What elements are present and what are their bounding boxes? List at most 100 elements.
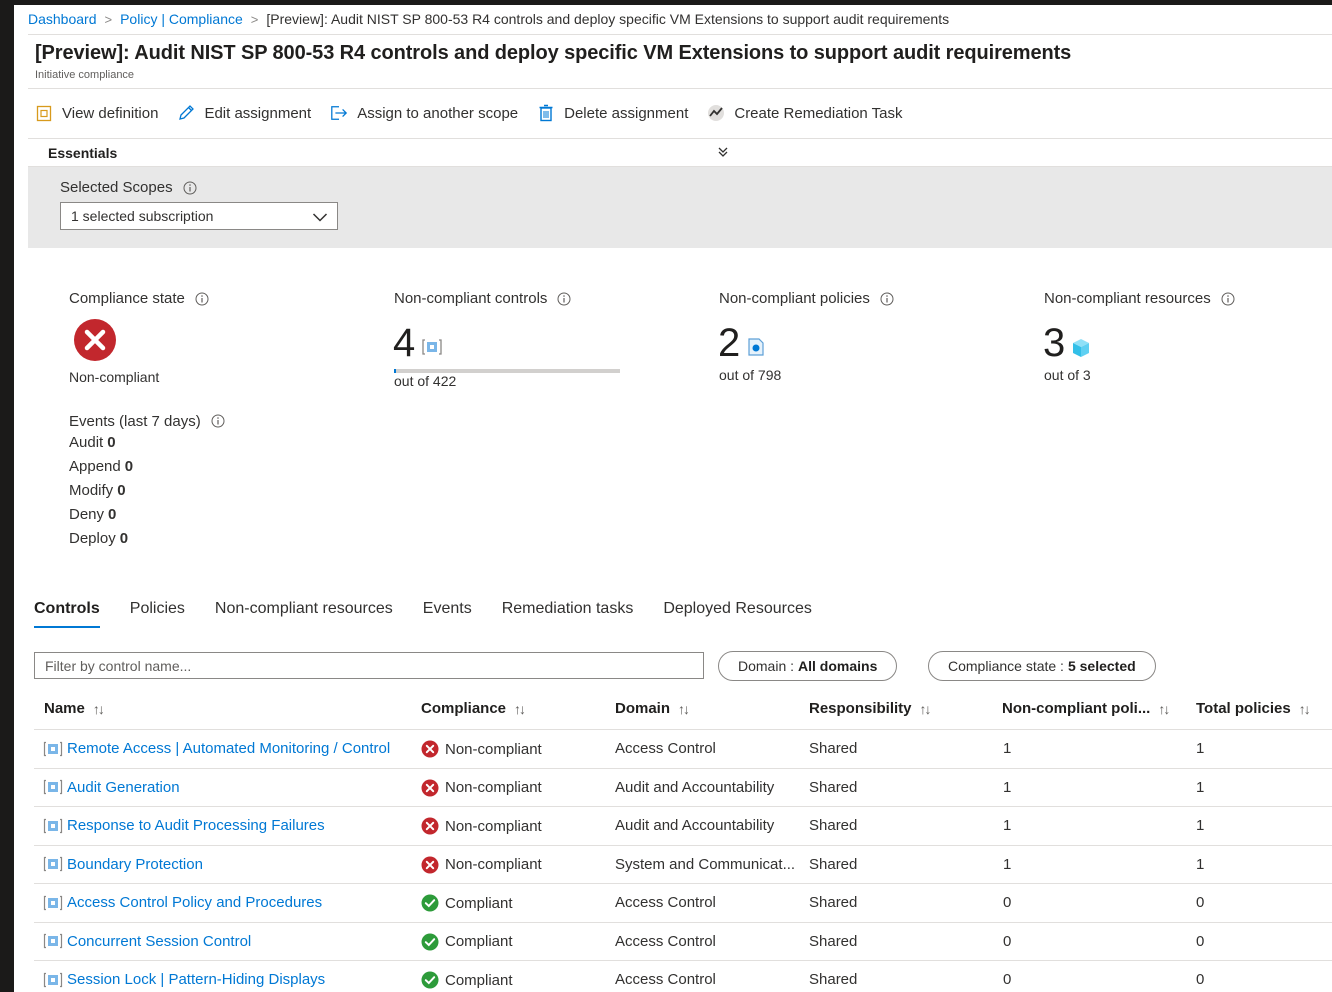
noncompliant-controls-text: Non-compliant controls [394,290,548,307]
info-icon[interactable] [211,414,225,428]
domain-cell: Audit and Accountability [615,817,775,834]
tab-controls[interactable]: Controls [34,597,100,631]
domain-cell: Access Control [615,971,716,988]
table-row[interactable]: Audit Generation Non-compliant Audit and A… [34,769,1332,807]
control-name: Response to Audit Processing Failures [67,817,325,834]
remediation-icon [707,104,725,122]
tab-noncompliant-resources[interactable]: Non-compliant resources [215,597,393,631]
control-name-link[interactable]: Boundary Protection [43,856,203,873]
divider [28,34,1332,35]
tab-remediation-tasks[interactable]: Remediation tasks [502,597,634,631]
sort-icon: ↑↓ [1158,700,1170,717]
assign-scope-button[interactable]: Assign to another scope [330,104,518,122]
table-row[interactable]: Access Control Policy and Procedures Comp… [34,884,1332,923]
noncompliant-policies-cell: 0 [1003,932,1012,950]
column-label: Non-compliant poli... [1002,700,1151,717]
total-policies-cell: 1 [1196,740,1205,757]
noncompliant-x-icon [421,817,439,835]
assign-scope-label: Assign to another scope [357,104,519,122]
double-chevron-down-icon[interactable] [716,145,730,159]
table-row[interactable]: Remote Access | Automated Monitoring / C… [34,730,1332,769]
noncompliant-resources-text: Non-compliant resources [1044,290,1211,307]
edit-assignment-button[interactable]: Edit assignment [177,104,311,122]
event-row-audit: Audit 0 [69,434,225,458]
event-count: 0 [119,530,129,547]
total-policies-cell: 1 [1196,778,1205,796]
tab-deployed-resources[interactable]: Deployed Resources [663,597,812,631]
breadcrumb-dashboard[interactable]: Dashboard [28,11,97,27]
control-icon [43,818,63,834]
noncompliant-policies-text: Non-compliant policies [719,290,870,307]
command-bar: View definition Edit assignment Assign t… [35,102,922,124]
breadcrumb: Dashboard > Policy | Compliance > [Previ… [28,11,949,27]
control-name-link[interactable]: Access Control Policy and Procedures [43,894,322,911]
control-name-link[interactable]: Concurrent Session Control [43,933,251,950]
column-header-noncompliant-policies[interactable]: Non-compliant poli... ↑↓ [1002,700,1170,717]
info-icon[interactable] [195,292,209,306]
noncompliant-resources-count: 3 [1043,321,1066,365]
event-row-deploy: Deploy 0 [69,530,225,554]
noncompliant-x-icon [421,856,439,874]
tab-events[interactable]: Events [423,597,472,631]
view-definition-label: View definition [62,104,159,122]
domain-filter-pill[interactable]: Domain : All domains [718,651,898,681]
control-name-link[interactable]: Response to Audit Processing Failures [43,817,325,834]
table-row[interactable]: Boundary Protection Non-compliant System a… [34,846,1332,884]
control-name-link[interactable]: Session Lock | Pattern-Hiding Displays [43,971,325,988]
tab-bar: Controls Policies Non-compliant resource… [34,597,842,631]
domain-cell: Access Control [615,932,716,950]
control-icon [43,895,63,911]
responsibility-cell: Shared [809,971,858,988]
noncompliant-policies-cell: 1 [1003,817,1012,834]
compliance-state-filter-value: 5 selected [1067,658,1136,674]
column-label: Domain [615,700,671,717]
responsibility-cell: Shared [809,740,858,757]
column-header-compliance[interactable]: Compliance ↑↓ [421,700,526,717]
column-header-total-policies[interactable]: Total policies ↑↓ [1196,700,1311,717]
total-policies-cell: 0 [1196,932,1205,950]
total-policies-cell: 0 [1196,971,1205,988]
info-icon[interactable] [1221,292,1235,306]
control-name: Access Control Policy and Procedures [67,894,323,911]
essentials-bar[interactable]: Essentials [28,138,1332,167]
table-row[interactable]: Session Lock | Pattern-Hiding Displays Co… [34,961,1332,992]
column-label: Compliance [421,700,507,717]
selected-scopes-label: Selected Scopes [60,179,197,196]
column-header-domain[interactable]: Domain ↑↓ [615,700,690,717]
events-label-text: Events (last 7 days) [69,412,201,430]
noncompliant-policies-cell: 1 [1003,740,1012,757]
page-title: [Preview]: Audit NIST SP 800-53 R4 contr… [35,42,1072,64]
info-icon[interactable] [183,181,197,195]
create-remediation-button[interactable]: Create Remediation Task [707,104,903,122]
control-filter-input[interactable] [34,652,704,679]
tab-policies[interactable]: Policies [130,597,185,631]
control-icon [43,856,63,872]
column-label: Name [44,700,85,717]
noncompliant-controls-label: Non-compliant controls [394,290,571,307]
noncompliant-controls-count: 4 [393,321,416,365]
event-name: Audit [69,434,104,451]
compliance-cell: Compliant [421,933,513,951]
noncompliant-x-icon [421,740,439,758]
noncompliant-policies-total: out of 798 [719,367,782,383]
control-name-link[interactable]: Remote Access | Automated Monitoring / C… [43,740,390,757]
breadcrumb-policy-compliance[interactable]: Policy | Compliance [120,11,243,27]
delete-assignment-button[interactable]: Delete assignment [537,104,688,122]
control-name-link[interactable]: Audit Generation [43,779,180,796]
scope-dropdown[interactable]: 1 selected subscription [60,202,338,230]
responsibility-cell: Shared [809,932,858,950]
domain-cell: System and Communicat... [615,855,796,873]
table-row[interactable]: Response to Audit Processing Failures Non… [34,807,1332,846]
pencil-icon [177,104,195,122]
info-icon[interactable] [557,292,571,306]
view-definition-button[interactable]: View definition [35,104,158,122]
info-icon[interactable] [880,292,894,306]
column-header-name[interactable]: Name ↑↓ [44,700,105,717]
compliance-state-label: Compliance state [69,290,209,307]
noncompliant-x-icon [421,779,439,797]
compliance-state-filter-pill[interactable]: Compliance state :5 selected [928,651,1156,681]
table-row[interactable]: Concurrent Session Control Compliant Acces… [34,923,1332,961]
compliance-state-value: Non-compliant [69,369,160,385]
compliance-cell: Non-compliant [421,740,542,758]
column-header-responsibility[interactable]: Responsibility ↑↓ [809,700,932,717]
